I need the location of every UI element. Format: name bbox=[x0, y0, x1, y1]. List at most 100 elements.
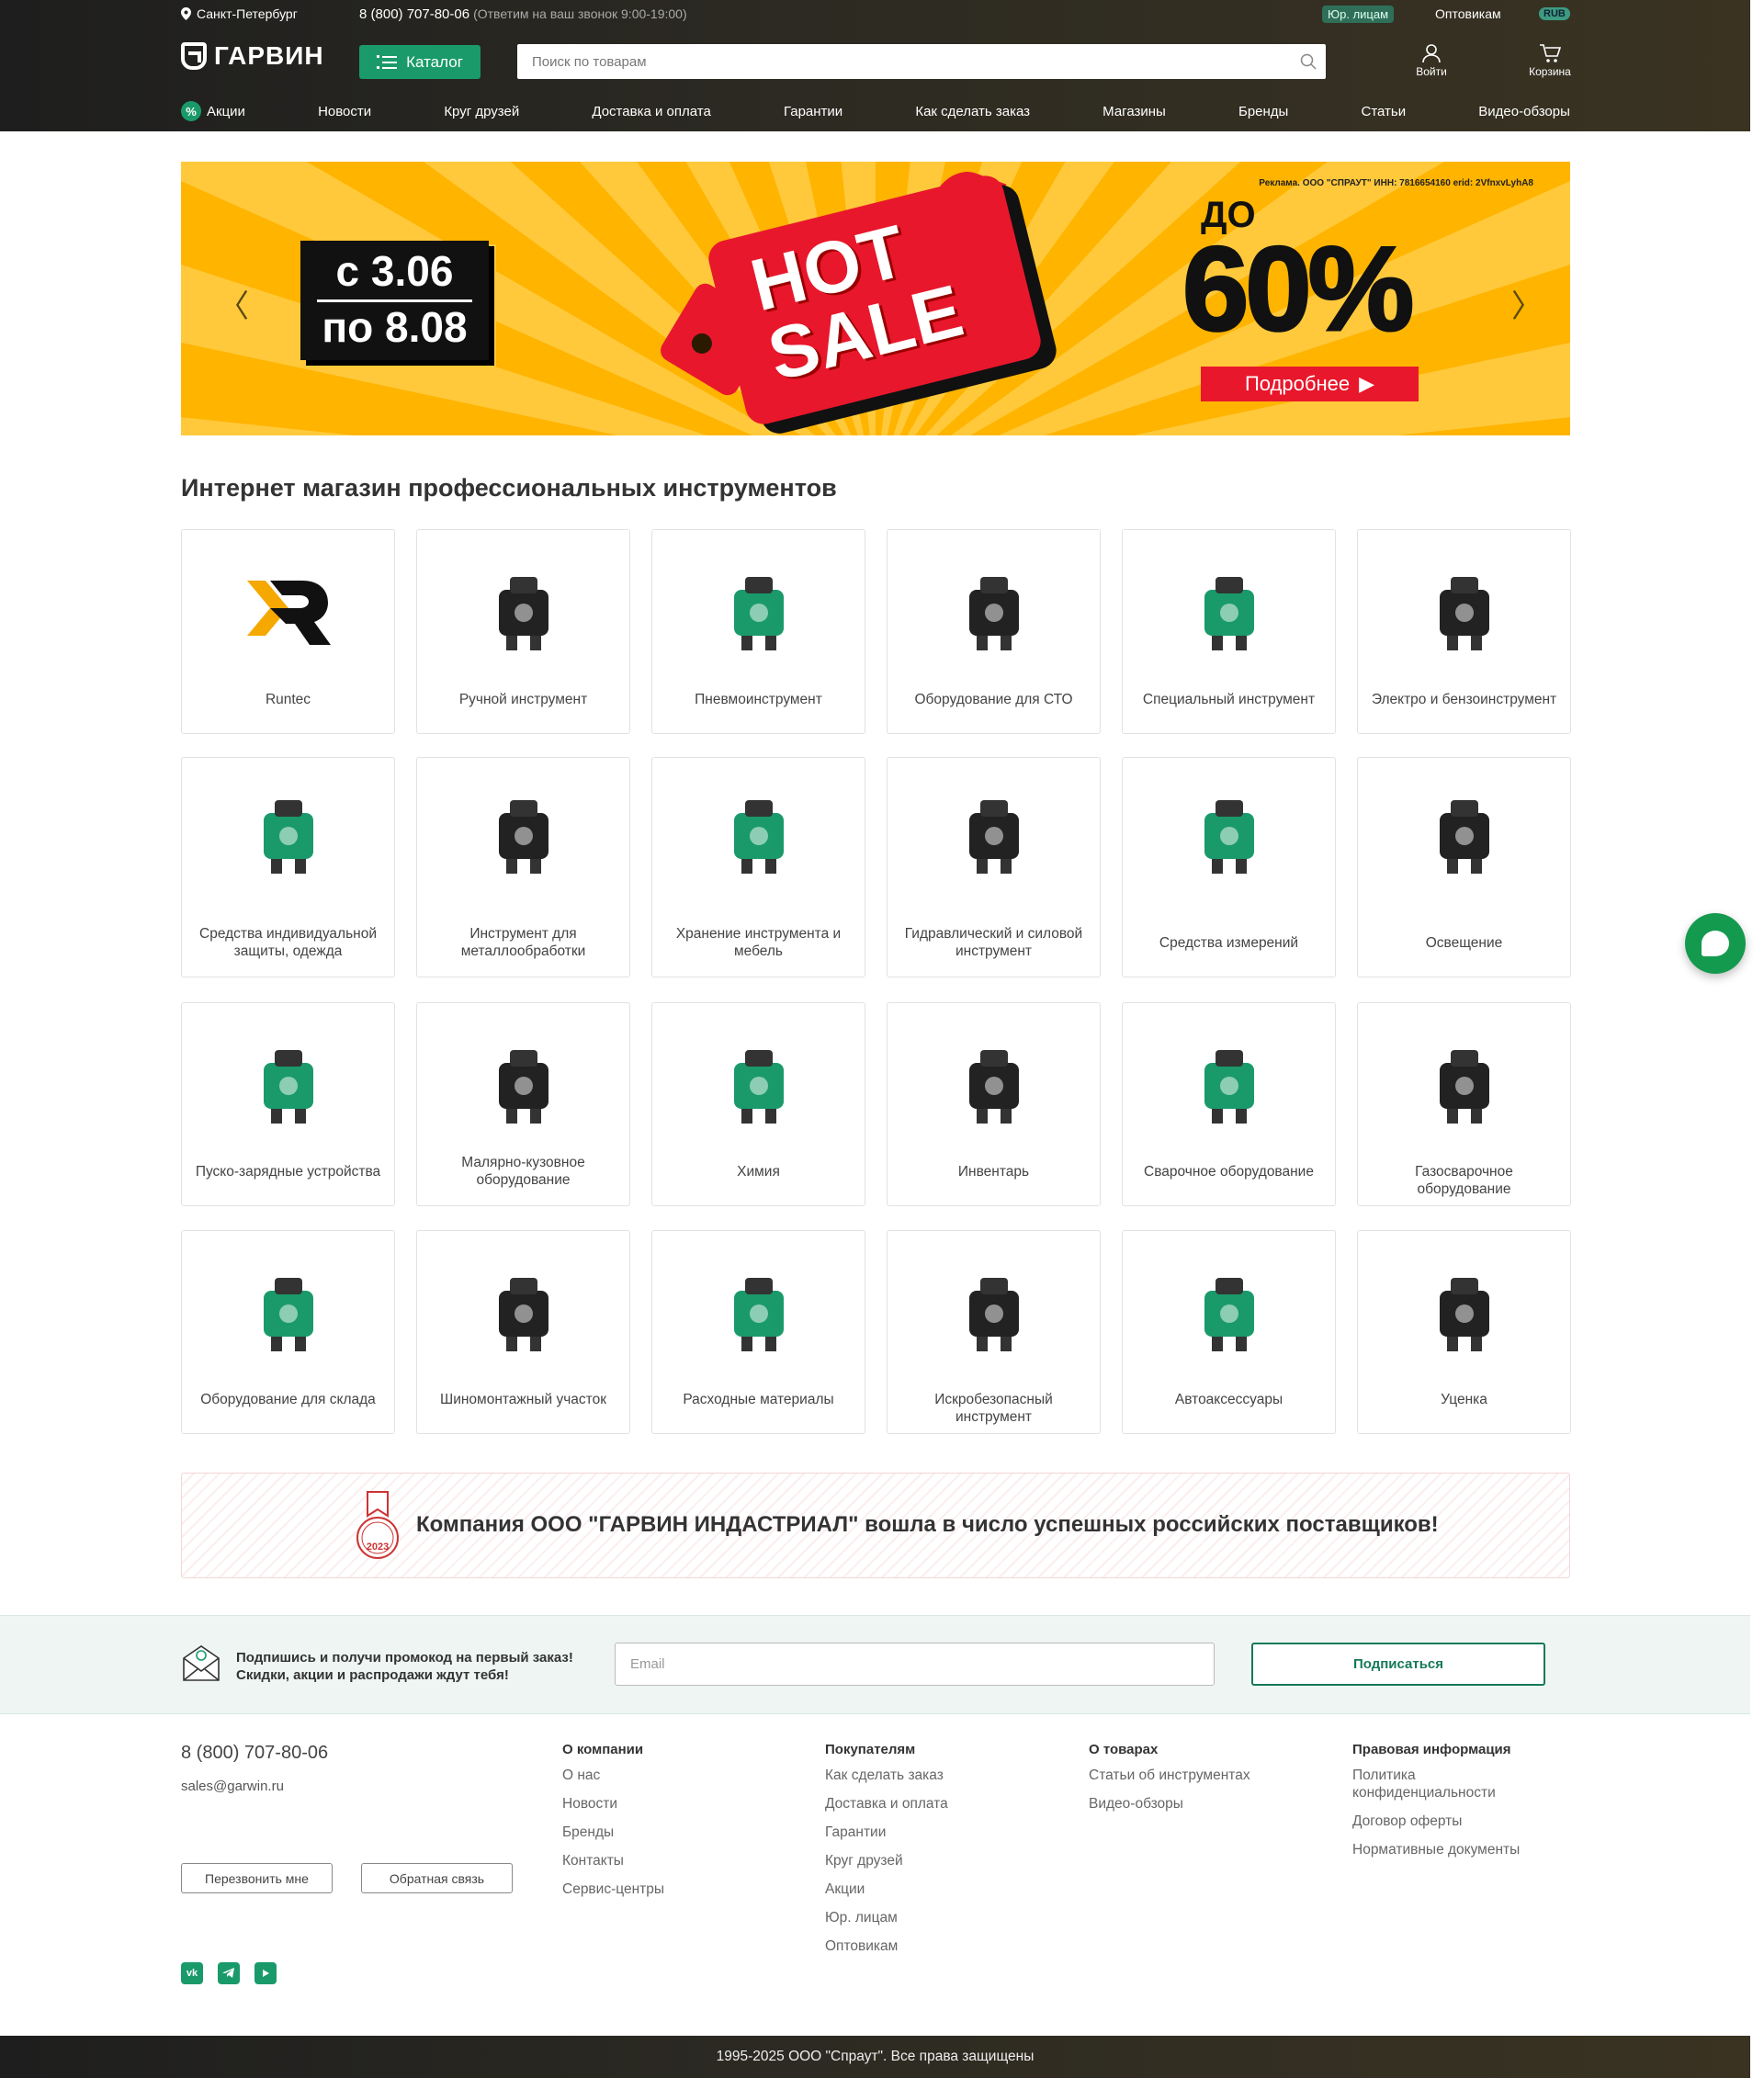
category-card[interactable]: Расходные материалы bbox=[651, 1230, 865, 1434]
nav-item-friends[interactable]: Круг друзей bbox=[444, 101, 519, 121]
wholesale-link[interactable]: Оптовикам bbox=[1435, 6, 1501, 21]
feedback-button[interactable]: Обратная связь bbox=[361, 1863, 513, 1893]
legal-entities-link[interactable]: Юр. лицам bbox=[1322, 6, 1395, 23]
nav-item-news[interactable]: Новости bbox=[318, 101, 371, 121]
chat-widget-button[interactable] bbox=[1685, 913, 1746, 974]
subscribe-line-1: Подпишись и получи промокод на первый за… bbox=[236, 1650, 573, 1666]
category-card[interactable]: Сварочное оборудование bbox=[1122, 1002, 1336, 1206]
footer-link[interactable]: Нормативные документы bbox=[1352, 1841, 1545, 1858]
category-label: Runtec bbox=[265, 692, 311, 707]
catalog-button[interactable]: Каталог bbox=[359, 45, 481, 79]
ad-disclaimer: Реклама. ООО "СПРАУТ" ИНН: 7816654160 er… bbox=[1259, 178, 1533, 188]
footer-link[interactable]: Доставка и оплата bbox=[825, 1795, 1018, 1813]
footer-col-products: О товарах Статьи об инструментах Видео-о… bbox=[1089, 1742, 1282, 1824]
footer-link[interactable]: Сервис-центры bbox=[562, 1880, 755, 1898]
nav-item-videos[interactable]: Видео-обзоры bbox=[1478, 101, 1570, 121]
category-label: Газосварочное оборудование bbox=[1415, 1164, 1513, 1197]
category-card[interactable]: Ручной инструмент bbox=[416, 529, 630, 734]
supplier-banner[interactable]: 2023 Компания ООО "ГАРВИН ИНДАСТРИАЛ" во… bbox=[181, 1473, 1570, 1578]
footer-link[interactable]: Юр. лицам bbox=[825, 1909, 1018, 1926]
category-card[interactable]: Автоаксессуары bbox=[1122, 1230, 1336, 1434]
promo-banner[interactable]: Реклама. ООО "СПРАУТ" ИНН: 7816654160 er… bbox=[181, 162, 1570, 435]
category-card[interactable]: Runtec bbox=[181, 529, 395, 734]
nav-item-how-to-order[interactable]: Как сделать заказ bbox=[915, 101, 1030, 121]
category-card[interactable]: Специальный инструмент bbox=[1122, 529, 1336, 734]
phone-hours-note: (Ответим на ваш звонок 9:00-19:00) bbox=[473, 6, 687, 21]
category-card[interactable]: Средства индивидуальной защиты, одежда bbox=[181, 757, 395, 977]
main-nav: % Акции Новости Круг друзей Доставка и оп… bbox=[181, 101, 1570, 121]
footer-link[interactable]: Статьи об инструментах bbox=[1089, 1767, 1282, 1784]
header-phone[interactable]: 8 (800) 707-80-06 (Ответим на ваш звонок … bbox=[359, 6, 687, 22]
footer-link[interactable]: Контакты bbox=[562, 1852, 755, 1869]
category-card[interactable]: Химия bbox=[651, 1002, 865, 1206]
banner-more-button[interactable]: Подробнее ▶ bbox=[1201, 367, 1419, 401]
site-logo[interactable]: ГАРВИН bbox=[181, 41, 324, 71]
telegram-icon[interactable] bbox=[218, 1962, 240, 1984]
vk-icon[interactable]: vk bbox=[181, 1962, 203, 1984]
category-card[interactable]: Пуско-зарядные устройства bbox=[181, 1002, 395, 1206]
promo-date-to: по 8.08 bbox=[322, 303, 468, 351]
category-card[interactable]: Инструмент для металлообработки bbox=[416, 757, 630, 977]
footer-link[interactable]: Бренды bbox=[562, 1824, 755, 1841]
footer-link[interactable]: Акции bbox=[825, 1880, 1018, 1898]
nav-item-brands[interactable]: Бренды bbox=[1238, 101, 1288, 121]
search-icon[interactable] bbox=[1291, 53, 1326, 70]
nav-item-stores[interactable]: Магазины bbox=[1102, 101, 1166, 121]
nav-item-warranty[interactable]: Гарантии bbox=[784, 101, 842, 121]
category-card[interactable]: Инвентарь bbox=[887, 1002, 1101, 1206]
footer-link[interactable]: Гарантии bbox=[825, 1824, 1018, 1841]
main-bar: ГАРВИН Каталог Войти Корзина bbox=[0, 30, 1750, 79]
category-card[interactable]: Оборудование для СТО bbox=[887, 529, 1101, 734]
currency-badge[interactable]: RUB bbox=[1539, 7, 1570, 20]
footer-link[interactable]: Видео-обзоры bbox=[1089, 1795, 1282, 1813]
category-label: Ручной инструмент bbox=[458, 692, 588, 707]
chemistry-icon bbox=[708, 1035, 809, 1136]
category-card[interactable]: Гидравлический и силовой инструмент bbox=[887, 757, 1101, 977]
footer-link[interactable]: Как сделать заказ bbox=[825, 1767, 1018, 1784]
footer-link[interactable]: Круг друзей bbox=[825, 1852, 1018, 1869]
category-label: Инструмент для металлообработки bbox=[460, 926, 586, 959]
category-label: Оборудование для склада bbox=[200, 1392, 376, 1407]
category-card[interactable]: Пневмоинструмент bbox=[651, 529, 865, 734]
footer-link[interactable]: Договор оферты bbox=[1352, 1813, 1545, 1830]
banner-next-arrow[interactable]: 〉 bbox=[1511, 281, 1543, 326]
category-card[interactable]: Средства измерений bbox=[1122, 757, 1336, 977]
jump-starter-icon bbox=[238, 1035, 339, 1136]
category-card[interactable]: Уценка bbox=[1357, 1230, 1571, 1434]
footer-link[interactable]: Оптовикам bbox=[825, 1937, 1018, 1955]
category-label: Средства индивидуальной защиты, одежда bbox=[199, 926, 377, 959]
nav-item-delivery[interactable]: Доставка и оплата bbox=[592, 101, 710, 121]
category-card[interactable]: Электро и бензоинструмент bbox=[1357, 529, 1571, 734]
category-label: Химия bbox=[737, 1164, 780, 1180]
category-card[interactable]: Искробезопасный инструмент bbox=[887, 1230, 1101, 1434]
footer-email[interactable]: sales@garwin.ru bbox=[181, 1779, 284, 1794]
cart-button[interactable]: Корзина bbox=[1518, 43, 1582, 78]
category-card[interactable]: Оборудование для склада bbox=[181, 1230, 395, 1434]
category-card[interactable]: Шиномонтажный участок bbox=[416, 1230, 630, 1434]
city-selector[interactable]: Санкт-Петербург bbox=[181, 6, 298, 21]
category-card[interactable]: Газосварочное оборудование bbox=[1357, 1002, 1571, 1206]
footer-link[interactable]: О нас bbox=[562, 1767, 755, 1784]
hot-sale-tag: HOT SALE bbox=[705, 172, 1045, 428]
footer-link[interactable]: Новости bbox=[562, 1795, 755, 1813]
youtube-icon[interactable] bbox=[254, 1962, 277, 1984]
city-label: Санкт-Петербург bbox=[197, 6, 298, 21]
subscribe-button[interactable]: Подписаться bbox=[1251, 1643, 1545, 1686]
banner-prev-arrow[interactable]: 〈 bbox=[218, 281, 249, 326]
nav-item-articles[interactable]: Статьи bbox=[1362, 101, 1407, 121]
footer-col-title: О компании bbox=[562, 1742, 644, 1757]
nav-item-promo[interactable]: % Акции bbox=[181, 101, 245, 121]
footer-phone[interactable]: 8 (800) 707-80-06 bbox=[181, 1743, 328, 1764]
search-input[interactable] bbox=[517, 44, 1291, 79]
category-card[interactable]: Хранение инструмента и мебель bbox=[651, 757, 865, 977]
category-card[interactable]: Освещение bbox=[1357, 757, 1571, 977]
email-field[interactable] bbox=[615, 1643, 1215, 1686]
site-header: Санкт-Петербург 8 (800) 707-80-06 (Ответи… bbox=[0, 0, 1750, 131]
callback-button[interactable]: Перезвонить мне bbox=[181, 1863, 333, 1893]
compressor-icon bbox=[1179, 1263, 1280, 1364]
category-card[interactable]: Малярно-кузовное оборудование bbox=[416, 1002, 630, 1206]
footer-link[interactable]: Политика конфиденциальности bbox=[1352, 1767, 1545, 1801]
power-tool-icon bbox=[1414, 562, 1515, 663]
header-phone-number[interactable]: 8 (800) 707-80-06 bbox=[359, 6, 469, 22]
login-button[interactable]: Войти bbox=[1399, 43, 1464, 78]
